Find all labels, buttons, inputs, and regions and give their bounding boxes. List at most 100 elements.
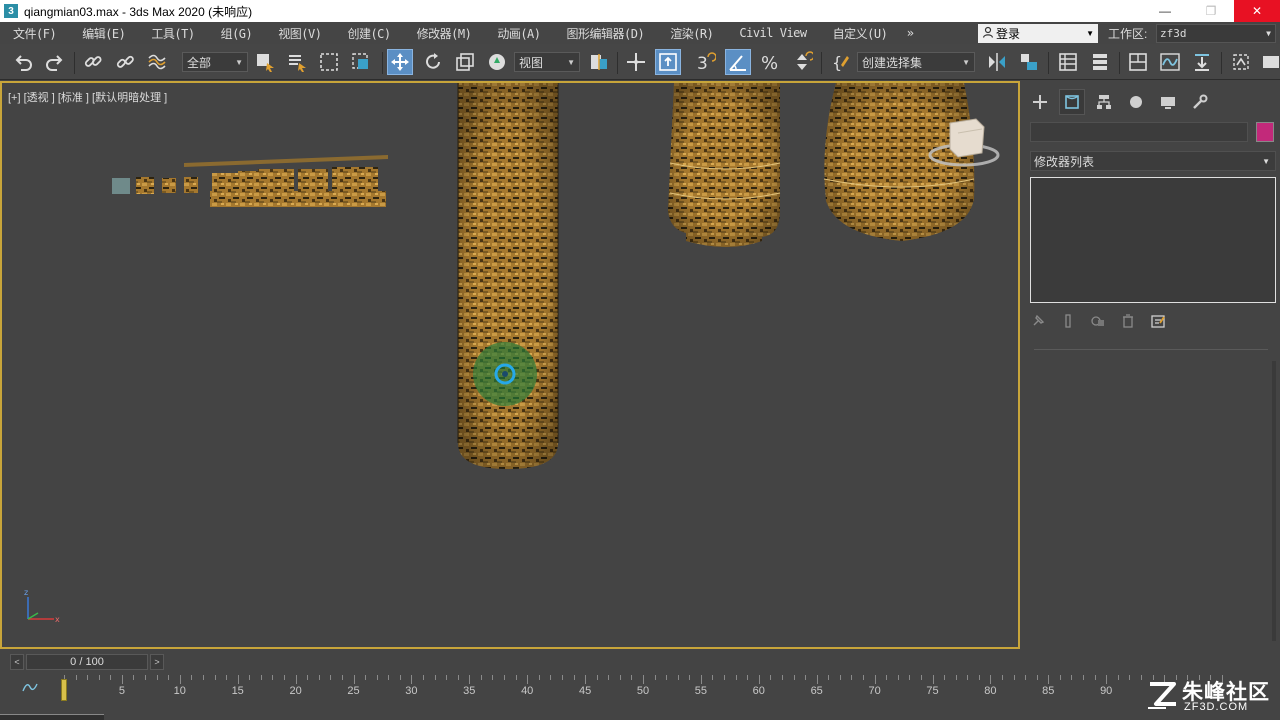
scene-explorer-icon[interactable]: [1055, 49, 1081, 75]
frame-tick: [422, 675, 424, 680]
menu-edit[interactable]: 编辑(E): [69, 25, 138, 42]
menu-create[interactable]: 创建(C): [334, 25, 403, 42]
selection-filter-dropdown[interactable]: 全部 ▼: [182, 52, 248, 72]
workspace-select[interactable]: zf3d ▼: [1156, 24, 1276, 43]
select-object-icon[interactable]: [252, 49, 278, 75]
modifier-list-dropdown[interactable]: 修改器列表 ▼: [1030, 151, 1276, 171]
menu-views[interactable]: 视图(V): [265, 25, 334, 42]
layer-explorer-icon[interactable]: [1087, 49, 1113, 75]
menu-modifiers[interactable]: 修改器(M): [404, 25, 485, 42]
select-and-rotate-icon[interactable]: [420, 49, 446, 75]
named-selection-dropdown[interactable]: 创建选择集 ▼: [857, 52, 975, 72]
window-crossing-icon[interactable]: [348, 49, 374, 75]
menu-customize[interactable]: 自定义(U): [820, 25, 901, 42]
distant-wall-object[interactable]: [112, 155, 388, 207]
modify-tab-icon[interactable]: [1059, 89, 1085, 115]
create-tab-icon[interactable]: [1027, 89, 1053, 115]
menu-overflow-icon[interactable]: »: [902, 26, 918, 40]
chevron-down-icon: ▼: [1262, 156, 1270, 166]
select-and-scale-icon[interactable]: [452, 49, 478, 75]
minimize-button[interactable]: —: [1142, 0, 1188, 22]
login-dropdown[interactable]: 登录 ▼: [978, 24, 1098, 43]
frame-tick: [434, 675, 436, 680]
ribbon-toggle-icon[interactable]: [1125, 49, 1151, 75]
transform-gizmo[interactable]: [473, 342, 537, 406]
utilities-tab-icon[interactable]: [1187, 89, 1213, 115]
menu-tools[interactable]: 工具(T): [138, 25, 207, 42]
frame-tick: [376, 675, 378, 680]
curve-editor-toggle-icon[interactable]: [22, 681, 38, 696]
frame-tick: [967, 675, 969, 680]
edit-named-selection-icon[interactable]: {: [828, 49, 854, 75]
modifier-stack[interactable]: [1030, 177, 1276, 303]
frame-tick: [851, 675, 853, 680]
hierarchy-tab-icon[interactable]: [1091, 89, 1117, 115]
motion-tab-icon[interactable]: [1123, 89, 1149, 115]
menu-civil-view[interactable]: Civil View: [726, 26, 819, 40]
display-tab-icon[interactable]: [1155, 89, 1181, 115]
show-end-result-icon[interactable]: [1060, 313, 1076, 332]
menu-animation[interactable]: 动画(A): [484, 25, 553, 42]
manipulate-icon[interactable]: [623, 49, 649, 75]
object-name-field[interactable]: [1030, 122, 1248, 142]
close-button[interactable]: ✕: [1234, 0, 1280, 22]
rendered-frame-window-icon[interactable]: [1258, 49, 1280, 75]
frame-tick: [330, 675, 332, 680]
percent-snap-icon[interactable]: %: [757, 49, 783, 75]
reference-coordinate-dropdown[interactable]: 视图 ▼: [514, 52, 580, 72]
curve-editor-icon[interactable]: [1157, 49, 1183, 75]
bark-column-main[interactable]: [457, 83, 559, 469]
panel-scrollbar[interactable]: [1272, 361, 1276, 641]
make-unique-icon[interactable]: [1090, 313, 1106, 332]
redo-icon[interactable]: [42, 49, 68, 75]
mirror-icon[interactable]: [984, 49, 1010, 75]
keyboard-shortcut-override-icon[interactable]: [655, 49, 681, 75]
menu-graph-editors[interactable]: 图形编辑器(D): [554, 25, 658, 42]
bind-space-warp-icon[interactable]: [144, 49, 170, 75]
align-icon[interactable]: [1016, 49, 1042, 75]
snaps-toggle-icon[interactable]: 3: [692, 49, 718, 75]
menu-file[interactable]: 文件(F): [0, 25, 69, 42]
schematic-view-icon[interactable]: [1189, 49, 1215, 75]
bark-column-right[interactable]: [823, 83, 975, 241]
menu-group[interactable]: 组(G): [208, 25, 266, 42]
trackbar[interactable]: 5 10 15 20 25 30 35 40 45 50 55 60 65 70 75 80 85 90: [0, 675, 1280, 720]
bark-column-middle[interactable]: [668, 83, 781, 247]
frame-tick-label: 90: [1100, 685, 1113, 697]
frame-tick: [179, 675, 181, 684]
select-and-move-icon[interactable]: [387, 49, 413, 75]
remove-modifier-icon[interactable]: [1120, 313, 1136, 332]
configure-modifier-sets-icon[interactable]: [1150, 313, 1166, 332]
frame-tick: [411, 675, 413, 684]
time-next-button[interactable]: >: [150, 654, 164, 670]
frame-tick: [944, 675, 946, 680]
frame-tick: [98, 675, 100, 680]
render-setup-icon[interactable]: [1228, 49, 1254, 75]
undo-icon[interactable]: [10, 49, 36, 75]
menu-rendering[interactable]: 渲染(R): [657, 25, 726, 42]
pin-stack-icon[interactable]: [1030, 313, 1046, 332]
select-by-name-icon[interactable]: [284, 49, 310, 75]
unlink-icon[interactable]: [112, 49, 138, 75]
perspective-viewport[interactable]: [+] [透视 ] [标准 ] [默认明暗处理 ] z x: [0, 81, 1020, 649]
frame-tick: [214, 675, 216, 680]
frame-tick-label: 30: [405, 685, 418, 697]
frame-tick: [561, 675, 563, 680]
current-frame-marker[interactable]: [61, 679, 67, 701]
select-and-place-icon[interactable]: [484, 49, 510, 75]
spinner-snap-icon[interactable]: [789, 49, 815, 75]
maximize-button[interactable]: ❐: [1188, 0, 1234, 22]
angle-snap-icon[interactable]: [725, 49, 751, 75]
svg-text:z: z: [24, 588, 28, 597]
frame-tick: [735, 675, 737, 680]
frame-ruler[interactable]: 5 10 15 20 25 30 35 40 45 50 55 60 65 70 75 80 85 90: [60, 675, 1223, 705]
time-prev-button[interactable]: <: [10, 654, 24, 670]
pivot-center-icon[interactable]: [586, 49, 612, 75]
time-slider-bar: < 0 / 100 >: [0, 649, 1280, 675]
rectangular-selection-icon[interactable]: [316, 49, 342, 75]
3dsmax-app-icon[interactable]: 3: [4, 4, 18, 18]
time-slider[interactable]: 0 / 100: [26, 654, 148, 670]
frame-tick: [318, 675, 320, 680]
object-color-swatch[interactable]: [1256, 122, 1274, 142]
link-icon[interactable]: [80, 49, 106, 75]
